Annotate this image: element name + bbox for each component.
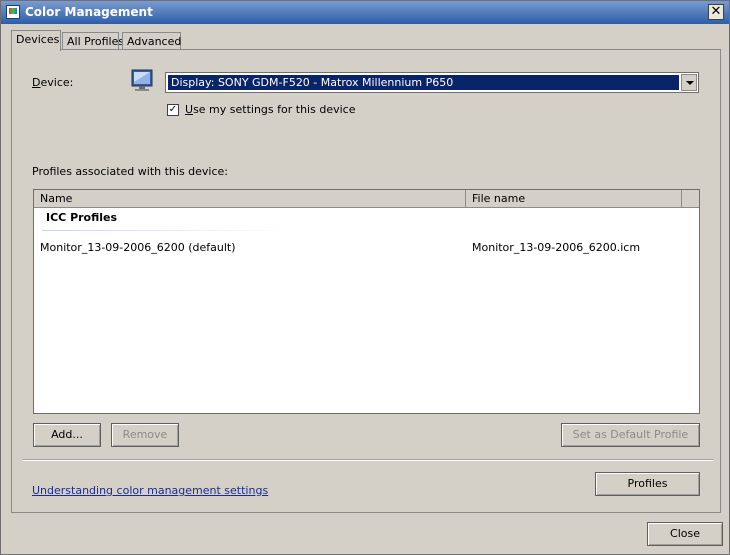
profiles-associated-label: Profiles associated with this device: <box>32 165 229 178</box>
list-header: Name File name <box>34 190 699 208</box>
window-title: Color Management <box>25 5 153 19</box>
column-header-file-name[interactable]: File name <box>466 190 682 208</box>
list-item-file-name[interactable]: Monitor_13-09-2006_6200.icm <box>472 241 640 254</box>
tab-devices[interactable]: Devices <box>11 30 61 51</box>
group-divider <box>42 230 292 231</box>
column-header-name[interactable]: Name <box>34 190 466 208</box>
device-select[interactable]: Display: SONY GDM-F520 - Matrox Millenni… <box>165 72 699 93</box>
color-management-window: Color Management ✕ Devices All Profiles … <box>0 0 730 555</box>
section-separator <box>23 459 713 461</box>
window-close-icon[interactable]: ✕ <box>708 4 724 20</box>
monitor-icon <box>131 69 153 91</box>
profiles-button[interactable]: Profiles <box>595 472 700 496</box>
color-management-app-icon <box>6 5 20 19</box>
use-my-settings-checkbox[interactable]: ✓ <box>167 104 179 116</box>
tab-all-profiles[interactable]: All Profiles <box>62 32 124 50</box>
help-link[interactable]: Understanding color management settings <box>32 484 268 497</box>
remove-button[interactable]: Remove <box>111 423 179 447</box>
set-as-default-profile-button[interactable]: Set as Default Profile <box>561 423 700 447</box>
list-item-name[interactable]: Monitor_13-09-2006_6200 (default) <box>40 241 236 254</box>
device-label: Device: <box>32 76 74 89</box>
close-button[interactable]: Close <box>647 522 723 546</box>
chevron-down-icon[interactable] <box>681 74 697 91</box>
tab-advanced[interactable]: Advanced <box>122 32 181 50</box>
use-my-settings-label[interactable]: Use my settings for this device <box>185 103 355 116</box>
group-header-icc-profiles: ICC Profiles <box>46 211 118 224</box>
profiles-list[interactable]: Name File name ICC Profiles Monitor_13-0… <box>33 189 700 414</box>
add-button[interactable]: Add... <box>33 423 101 447</box>
device-select-value: Display: SONY GDM-F520 - Matrox Millenni… <box>168 75 679 90</box>
title-bar[interactable]: Color Management ✕ <box>1 1 729 24</box>
